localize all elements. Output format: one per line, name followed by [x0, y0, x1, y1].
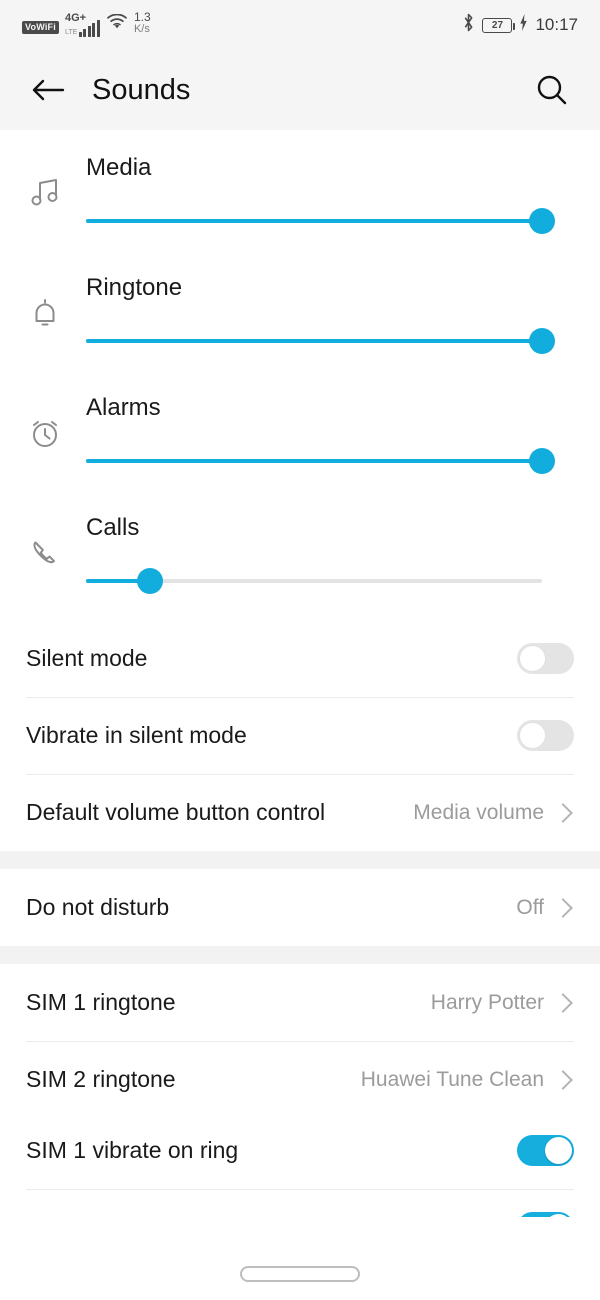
status-bar: VoWiFi 4G+ LTE 1.3 K/s 27 10:17 [0, 0, 600, 50]
setting-row-do-not-disturb[interactable]: Do not disturb Off [0, 869, 600, 946]
setting-row-vibrate-in-silent-mode[interactable]: Vibrate in silent mode [0, 697, 600, 774]
slider-thumb[interactable] [136, 568, 163, 594]
setting-value: Off [516, 895, 544, 919]
chevron-right-icon [553, 802, 573, 823]
settings-group-general: Silent mode Vibrate in silent mode Defau… [0, 620, 600, 851]
volume-row-ringtone: Ringtone [0, 260, 600, 380]
volume-slider-calls[interactable] [86, 566, 542, 596]
battery-icon: 27 [482, 17, 516, 33]
setting-row-sim-1-ringtone[interactable]: SIM 1 ringtone Harry Potter [0, 964, 600, 1041]
volume-body-ringtone: Ringtone [86, 260, 600, 356]
volume-slider-ringtone[interactable] [86, 326, 555, 356]
setting-row-silent-mode[interactable]: Silent mode [0, 620, 600, 697]
network-type-label: 4G+ [64, 12, 87, 25]
setting-label: Vibrate in silent mode [26, 722, 247, 748]
search-icon[interactable] [530, 68, 574, 112]
setting-label: SIM 2 vibrate on ring [26, 1214, 517, 1217]
volume-row-media: Media [0, 140, 600, 260]
setting-value: Huawei Tune Clean [360, 1067, 544, 1091]
slider-thumb[interactable] [529, 328, 555, 354]
chevron-right-icon [553, 897, 573, 918]
volume-slider-alarms[interactable] [86, 446, 555, 476]
section-divider [0, 946, 600, 964]
toggle-knob [519, 722, 546, 749]
setting-label: Do not disturb [26, 894, 170, 920]
settings-group-sim: SIM 1 ringtone Harry Potter SIM 2 ringto… [0, 964, 600, 1112]
slider-fill [86, 459, 542, 463]
volume-label-media: Media [86, 154, 152, 181]
slider-thumb[interactable] [529, 208, 555, 234]
status-bar-clock: 10:17 [535, 15, 578, 34]
home-indicator[interactable] [240, 1266, 360, 1282]
volume-body-media: Media [86, 140, 600, 236]
network-sub-label: LTE [64, 29, 78, 37]
chevron-right-icon [553, 992, 573, 1013]
setting-label: SIM 1 ringtone [26, 989, 176, 1015]
data-rate-unit: K/s [133, 22, 150, 35]
volume-body-alarms: Alarms [86, 380, 600, 476]
volume-row-alarms: Alarms [0, 380, 600, 500]
setting-label: Silent mode [26, 645, 148, 671]
data-rate-indicator: 1.3 K/s [134, 11, 151, 35]
volume-row-calls: Calls [0, 500, 600, 620]
volume-sliders-section: Media Ringtone Alarms Calls [0, 130, 600, 620]
settings-group-sim-vibrate: SIM 1 vibrate on ring SIM 2 vibrate on r… [0, 1112, 600, 1217]
sounds-settings-screen: VoWiFi 4G+ LTE 1.3 K/s 27 10:17 Sounds M… [0, 0, 600, 1300]
alarm-clock-icon [26, 380, 86, 452]
battery-percent-label: 27 [491, 19, 504, 31]
toggle-sim-1-vibrate-on-ring[interactable] [517, 1135, 574, 1166]
toggle-sim-2-vibrate-on-ring[interactable] [517, 1212, 574, 1217]
charging-bolt-icon [519, 14, 528, 36]
navigation-bar [0, 1248, 600, 1300]
slider-thumb[interactable] [529, 448, 555, 474]
setting-value: Media volume [413, 800, 544, 824]
toggle-knob [545, 1137, 572, 1164]
cellular-signal-indicator: 4G+ LTE [64, 12, 100, 38]
volume-label-calls: Calls [86, 514, 140, 541]
bell-icon [26, 260, 86, 332]
setting-row-default-volume-button-control[interactable]: Default volume button control Media volu… [0, 774, 600, 851]
music-note-icon [26, 140, 86, 212]
slider-fill [86, 339, 542, 343]
app-bar: Sounds [0, 50, 600, 130]
wifi-icon [106, 13, 128, 36]
chevron-right-icon [553, 1069, 573, 1090]
toggle-knob [519, 645, 546, 672]
volume-label-alarms: Alarms [86, 394, 161, 421]
setting-label: SIM 2 ringtone [26, 1066, 176, 1092]
back-arrow-icon[interactable] [26, 68, 70, 112]
setting-row-sim-2-ringtone[interactable]: SIM 2 ringtone Huawei Tune Clean [0, 1041, 600, 1112]
setting-label: Default volume button control [26, 799, 326, 825]
setting-row-sim-1-vibrate-on-ring[interactable]: SIM 1 vibrate on ring [0, 1112, 600, 1189]
volume-body-calls: Calls [86, 500, 600, 596]
status-bar-left: VoWiFi 4G+ LTE 1.3 K/s [22, 11, 151, 38]
setting-value: Harry Potter [430, 990, 544, 1014]
bluetooth-icon [462, 13, 475, 37]
slider-fill [86, 219, 542, 223]
volume-slider-media[interactable] [86, 206, 555, 236]
setting-row-sim-2-vibrate-on-ring[interactable]: SIM 2 vibrate on ring [0, 1189, 600, 1217]
toggle-silent-mode[interactable] [517, 643, 574, 674]
status-bar-right: 27 10:17 [462, 13, 578, 37]
phone-icon [26, 500, 86, 572]
page-title: Sounds [92, 73, 191, 106]
setting-label: SIM 1 vibrate on ring [26, 1137, 239, 1163]
vowifi-badge: VoWiFi [22, 21, 59, 35]
data-rate-value: 1.3 [133, 9, 151, 24]
toggle-knob [545, 1214, 572, 1217]
section-divider [0, 851, 600, 869]
volume-label-ringtone: Ringtone [86, 274, 183, 301]
settings-group-dnd: Do not disturb Off [0, 869, 600, 946]
toggle-vibrate-in-silent-mode[interactable] [517, 720, 574, 751]
